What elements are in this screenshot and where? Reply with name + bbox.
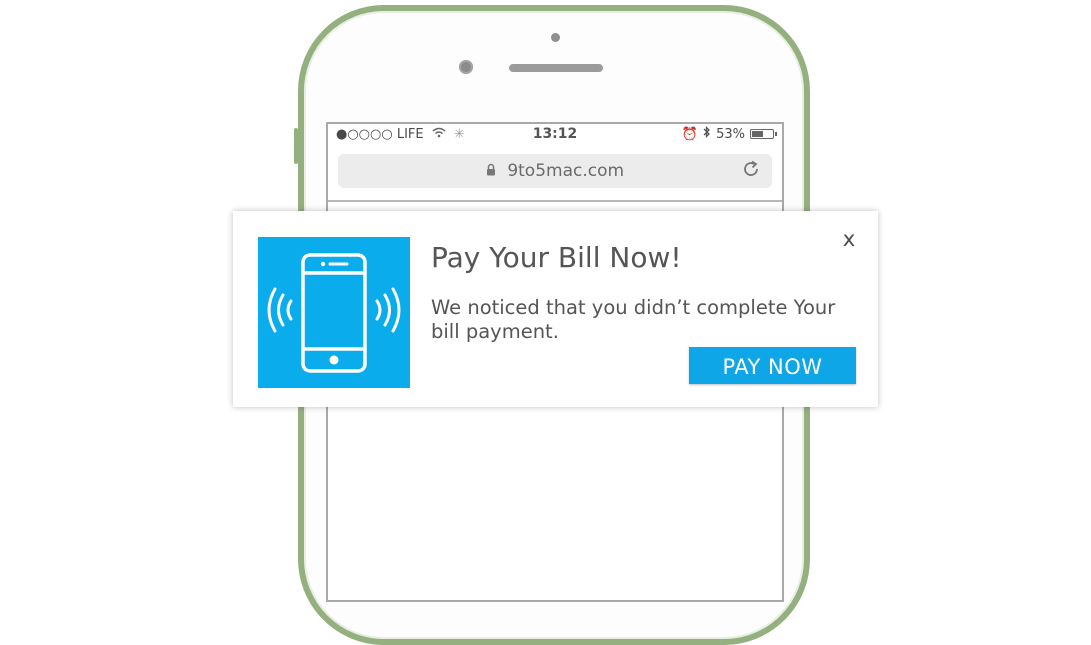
url-text: 9to5mac.com (507, 161, 625, 181)
phone-vibrate-icon (258, 237, 410, 388)
notification-title: Pay Your Bill Now! (431, 241, 682, 274)
status-bar: ●○○○○ LIFE ✳ 13:12 ⏰ 53% (328, 124, 782, 146)
notification-message: We noticed that you didn’t complete Your… (431, 296, 836, 343)
earpiece-speaker (509, 64, 603, 72)
battery-level (752, 131, 763, 137)
front-camera (459, 60, 473, 74)
proximity-sensor (551, 33, 560, 42)
bill-notification-card: Pay Your Bill Now! We noticed that you d… (233, 211, 878, 407)
battery-percent: 53% (716, 126, 745, 142)
status-right: ⏰ 53% (681, 125, 777, 142)
close-button[interactable]: x (839, 227, 859, 251)
reload-icon[interactable] (742, 160, 760, 183)
address-bar-content: 9to5mac.com (338, 161, 772, 181)
pay-now-button[interactable]: PAY NOW (689, 347, 856, 384)
lock-icon (486, 163, 496, 180)
battery-icon (750, 129, 777, 139)
address-bar[interactable]: 9to5mac.com (338, 154, 772, 188)
alarm-icon: ⏰ (681, 126, 699, 142)
bluetooth-icon (703, 125, 711, 142)
toolbar-divider (328, 200, 782, 202)
